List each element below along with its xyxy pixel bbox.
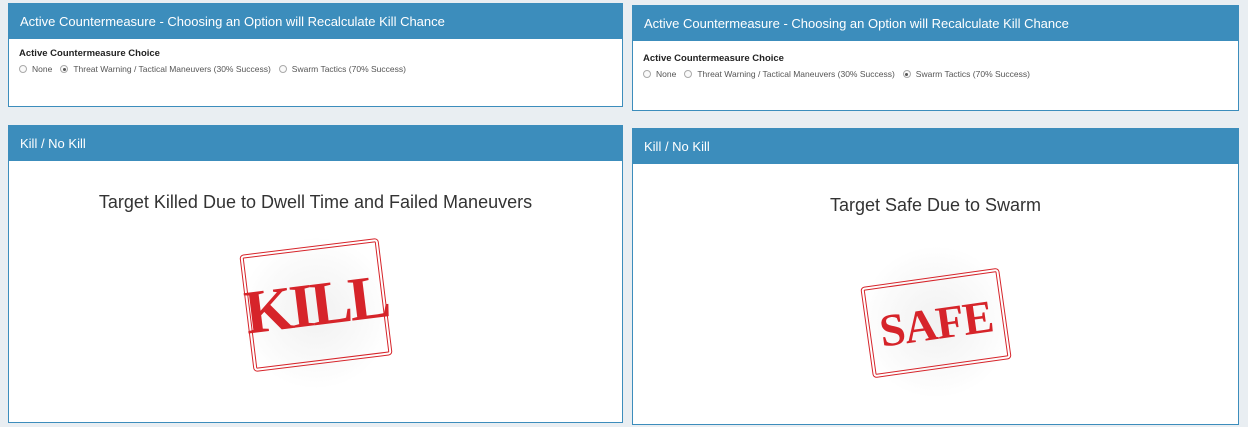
option-threat-warning[interactable]: Threat Warning / Tactical Maneuvers (30%… [60, 64, 271, 74]
option-none[interactable]: None [19, 64, 52, 74]
kill-stamp: KILL [238, 237, 393, 373]
countermeasure-panel-right: Active Countermeasure - Choosing an Opti… [632, 5, 1239, 111]
countermeasure-label: Active Countermeasure Choice [19, 48, 160, 59]
option-swarm-tactics[interactable]: Swarm Tactics (70% Success) [278, 64, 406, 74]
radio-group: None Threat Warning / Tactical Maneuvers… [19, 64, 612, 74]
radio-threat-warning[interactable] [60, 65, 69, 73]
radio-swarm-tactics[interactable] [902, 70, 911, 78]
radio-swarm-tactics[interactable] [278, 65, 287, 73]
countermeasure-panel-left: Active Countermeasure - Choosing an Opti… [8, 3, 623, 107]
countermeasure-label: Active Countermeasure Choice [643, 53, 784, 64]
option-threat-warning[interactable]: Threat Warning / Tactical Maneuvers (30%… [684, 69, 895, 79]
radio-none[interactable] [643, 70, 651, 78]
safe-stamp: SAFE [859, 267, 1012, 379]
radio-none[interactable] [19, 65, 27, 73]
option-label: Swarm Tactics (70% Success) [291, 64, 406, 74]
option-none[interactable]: None [643, 69, 676, 79]
option-label: Threat Warning / Tactical Maneuvers (30%… [697, 69, 895, 79]
panel-header: Active Countermeasure - Choosing an Opti… [9, 4, 622, 39]
radio-threat-warning[interactable] [684, 70, 693, 78]
radio-group: None Threat Warning / Tactical Maneuvers… [643, 69, 1228, 79]
option-swarm-tactics[interactable]: Swarm Tactics (70% Success) [902, 69, 1030, 79]
panel-header: Kill / No Kill [633, 129, 1238, 164]
option-label: Threat Warning / Tactical Maneuvers (30%… [73, 64, 271, 74]
stamp-container: KILL [9, 237, 622, 388]
panel-header: Active Countermeasure - Choosing an Opti… [633, 6, 1238, 41]
option-label: None [656, 69, 677, 79]
stamp-container: SAFE [633, 247, 1238, 397]
option-label: None [32, 64, 53, 74]
result-panel-left: Kill / No Kill Target Killed Due to Dwel… [8, 125, 623, 423]
option-label: Swarm Tactics (70% Success) [915, 69, 1030, 79]
result-message: Target Safe Due to Swarm [829, 195, 1042, 215]
result-panel-right: Kill / No Kill Target Safe Due to Swarm … [632, 128, 1239, 425]
result-message: Target Killed Due to Dwell Time and Fail… [98, 192, 533, 212]
panel-header: Kill / No Kill [9, 126, 622, 161]
